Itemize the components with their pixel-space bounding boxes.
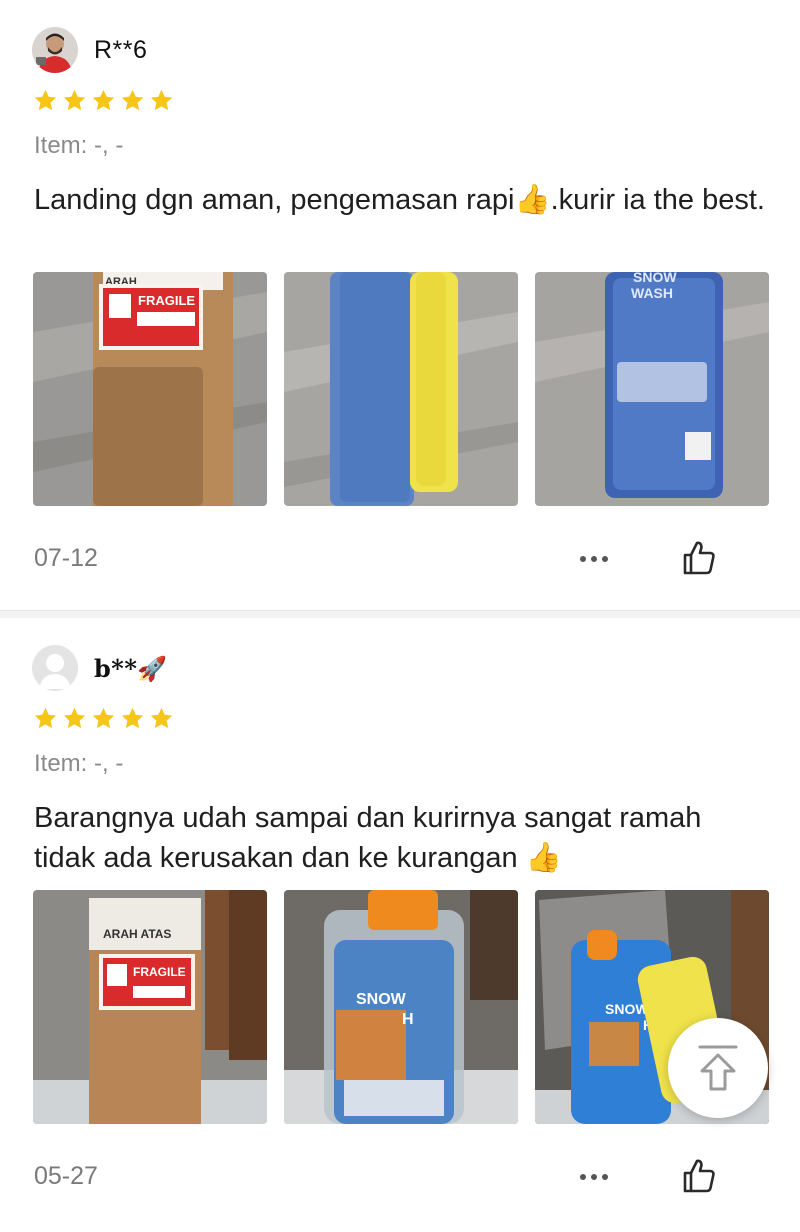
rating-stars: [33, 88, 174, 113]
thumbs-up-icon[interactable]: [679, 1156, 719, 1196]
more-icon[interactable]: [574, 1160, 614, 1194]
rating-stars: [33, 706, 174, 731]
star-icon: [121, 89, 144, 111]
username: R**6: [94, 35, 148, 64]
star-icon: [150, 89, 173, 111]
star-icon: [34, 707, 57, 729]
review-date: 05-27: [34, 1162, 98, 1190]
scroll-to-top-button[interactable]: [668, 1018, 768, 1118]
review-photo[interactable]: ARAH FRAGILE: [33, 272, 267, 506]
avatar[interactable]: [32, 27, 78, 73]
star-icon: [92, 707, 115, 729]
review-photo[interactable]: SNOW H: [284, 890, 518, 1124]
star-icon: [63, 707, 86, 729]
item-variant: Item: -, -: [34, 750, 124, 777]
item-variant: Item: -, -: [34, 132, 124, 159]
scroll-to-top-icon: [698, 1045, 738, 1091]
reviewer: b**🚀: [32, 644, 168, 692]
star-icon: [121, 707, 144, 729]
review-photos: ARAH ATAS FRAGILE SNOW H SNOW: [33, 890, 769, 1124]
photo-label: FRAGILE: [133, 965, 186, 979]
review-photo[interactable]: ARAH ATAS FRAGILE: [33, 890, 267, 1124]
more-icon[interactable]: [574, 542, 614, 576]
review-card: R**6 Item: -, - Landing dgn aman, pengem…: [0, 0, 800, 612]
username: b**🚀: [94, 653, 168, 683]
review-photo[interactable]: SNOW WASH: [535, 272, 769, 506]
photo-label: ARAH ATAS: [103, 927, 171, 941]
photo-label: SNOW: [633, 272, 677, 285]
star-icon: [92, 89, 115, 111]
star-icon: [63, 89, 86, 111]
photo-label: FRAGILE: [138, 293, 195, 308]
review-photo[interactable]: [284, 272, 518, 506]
star-icon: [150, 707, 173, 729]
thumbs-up-icon[interactable]: [679, 538, 719, 578]
review-footer: 05-27: [34, 1156, 734, 1200]
photo-label: H: [402, 1011, 414, 1028]
review-divider: [0, 610, 800, 618]
reviewer: R**6: [32, 26, 147, 74]
review-text: Landing dgn aman, pengemasan rapi👍.kurir…: [34, 184, 765, 216]
review-photos: ARAH FRAGILE SNOW WASH: [33, 272, 769, 506]
review-card: b**🚀 Item: -, - Barangnya udah sampai da…: [0, 618, 800, 1232]
review-text: Barangnya udah sampai dan kurirnya sanga…: [34, 802, 702, 874]
review-footer: 07-12: [34, 538, 734, 582]
review-date: 07-12: [34, 544, 98, 572]
photo-label: SNOW: [356, 991, 407, 1008]
avatar[interactable]: [32, 645, 78, 691]
photo-label: WASH: [631, 285, 673, 301]
star-icon: [34, 89, 57, 111]
